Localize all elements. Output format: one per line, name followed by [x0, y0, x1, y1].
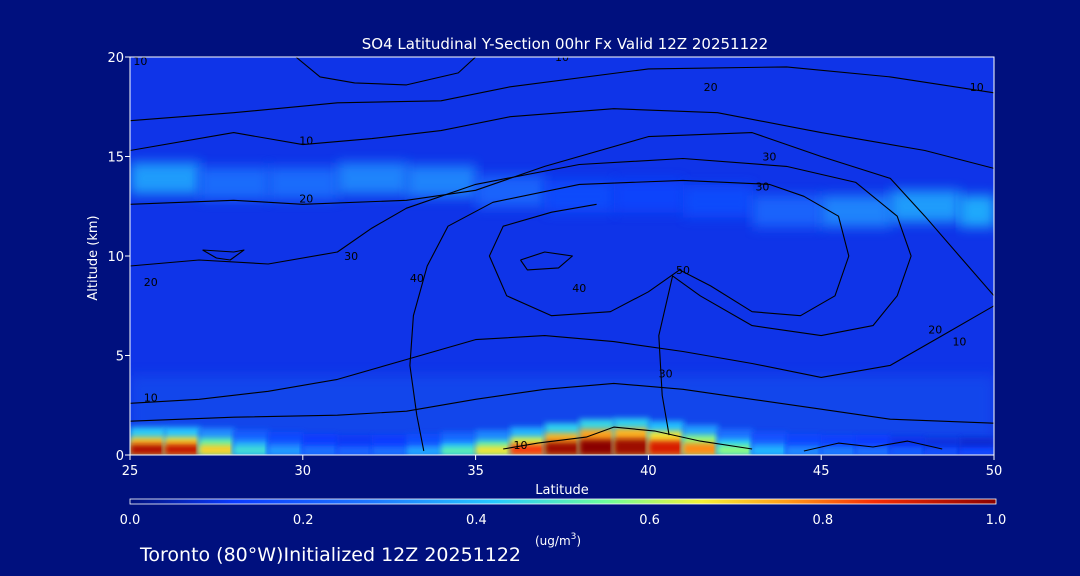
surface-core-cell — [821, 449, 857, 455]
contour-label: 20 — [928, 324, 942, 337]
surface-core-cell — [613, 438, 650, 455]
contour-label: 30 — [762, 150, 776, 163]
colorbar-tick-label: 0.6 — [639, 513, 660, 528]
surface-core-cell — [682, 443, 719, 455]
x-tick-label: 30 — [295, 464, 312, 479]
surface-core-cell — [233, 446, 270, 455]
y-axis: 0 5 10 15 20 — [107, 51, 130, 464]
upper-layer-cell — [199, 167, 270, 200]
surface-core-cell — [302, 448, 339, 455]
contour-label: 40 — [410, 272, 424, 285]
x-tick-label: 25 — [122, 464, 139, 479]
upper-layer-cell — [613, 180, 684, 213]
x-tick-label: 45 — [813, 464, 830, 479]
surface-core-cell — [268, 447, 304, 455]
contour-label: 10 — [144, 391, 158, 404]
station-init-label: Toronto (80°W)Initialized 12Z 20251122 — [139, 544, 521, 566]
surface-core-cell — [164, 444, 201, 455]
surface-core-cell — [786, 448, 823, 455]
surface-core-cell — [890, 449, 926, 455]
y-axis-label: Altitude (km) — [86, 215, 101, 300]
contour-label: 30 — [344, 250, 358, 263]
surface-core-cell — [648, 440, 684, 455]
surface-core-cell — [130, 444, 166, 455]
contour-label: 20 — [704, 81, 718, 94]
colorbar-ticks: 0.0 0.2 0.4 0.6 0.8 1.0 — [120, 513, 1007, 528]
colorbar-tick-label: 0.0 — [120, 513, 141, 528]
upper-layer-cell — [406, 165, 477, 198]
upper-layer-cell — [821, 195, 892, 228]
upper-layer-cell — [130, 162, 201, 195]
upper-layer-cell — [475, 175, 546, 208]
colorbar-tick-label: 0.8 — [812, 513, 833, 528]
colorbar-tick-label: 0.4 — [466, 513, 487, 528]
contour-label: 10 — [952, 336, 966, 349]
contour-label: 10 — [299, 135, 313, 148]
colorbar: 0.0 0.2 0.4 0.6 0.8 1.0 (ug/m3) — [120, 498, 1007, 548]
colorbar-ramp — [129, 498, 997, 505]
surface-core-cell — [337, 449, 373, 455]
contour-label: 40 — [572, 282, 586, 295]
x-axis: 25 30 35 40 45 50 — [122, 455, 1003, 479]
surface-core-cell — [579, 439, 615, 455]
contour-label: 30 — [755, 180, 769, 193]
y-tick-label: 20 — [107, 51, 124, 66]
x-tick-label: 40 — [640, 464, 657, 479]
surface-core-cell — [475, 446, 512, 455]
colorbar-tick-label: 1.0 — [986, 513, 1007, 528]
surface-core-cell — [199, 444, 235, 455]
y-tick-label: 15 — [107, 151, 124, 166]
surface-core-cell — [544, 441, 581, 455]
y-tick-label: 10 — [107, 250, 124, 265]
chart-title: SO4 Latitudinal Y-Section 00hr Fx Valid … — [362, 35, 768, 53]
y-tick-label: 0 — [116, 449, 124, 464]
x-tick-label: 50 — [986, 464, 1003, 479]
x-tick-label: 35 — [467, 464, 484, 479]
chart: SO4 Latitudinal Y-Section 00hr Fx Valid … — [86, 35, 1007, 566]
upper-layer-cell — [337, 162, 408, 195]
plot-area: 10 1020 101030203020304050402010301010 — [129, 56, 995, 456]
contour-label: 20 — [299, 192, 313, 205]
contour-label: 20 — [144, 276, 158, 289]
upper-layer-cell — [682, 185, 754, 218]
surface-core-cell — [752, 447, 788, 455]
contour-label: 10 — [514, 439, 528, 452]
surface-core-cell — [371, 449, 408, 455]
surface-core-cell — [855, 449, 892, 455]
colorbar-tick-label: 0.2 — [293, 513, 314, 528]
surface-core-cell — [924, 450, 961, 455]
surface-core-cell — [959, 450, 994, 455]
upper-layer-cell — [959, 195, 994, 228]
contour-label: 30 — [659, 367, 673, 380]
x-axis-label: Latitude — [535, 483, 589, 498]
upper-layer-cell — [752, 195, 823, 228]
contour-label: 10 — [970, 81, 984, 94]
y-tick-label: 5 — [116, 350, 124, 365]
contour-label: 50 — [676, 264, 690, 277]
colorbar-unit-label: (ug/m3) — [535, 532, 581, 548]
surface-core-cell — [406, 448, 443, 455]
surface-core-cell — [441, 447, 477, 455]
